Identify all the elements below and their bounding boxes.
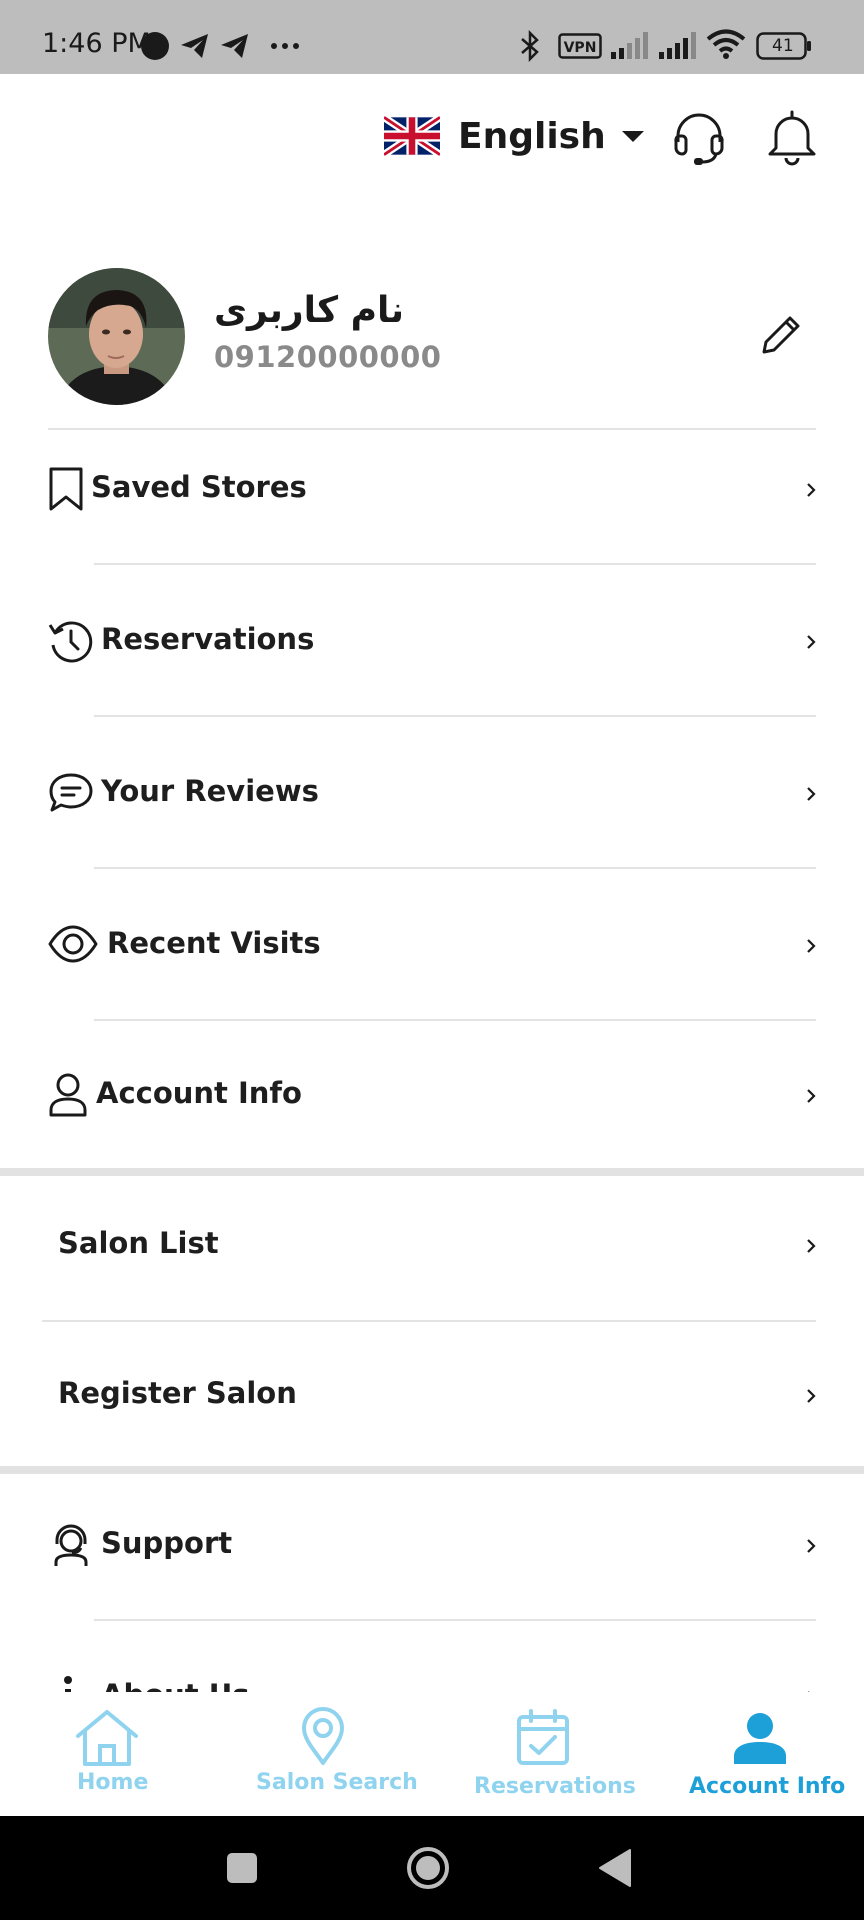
chevron-right-icon (807, 1089, 816, 1103)
menu-divider (94, 715, 816, 717)
menu-divider (94, 867, 816, 869)
menu-item-saved-stores[interactable]: Saved Stores (0, 438, 864, 538)
nav-label: Home (77, 1770, 149, 1795)
nav-home[interactable]: Home (40, 1692, 176, 1816)
menu-divider (42, 1320, 816, 1322)
chevron-right-icon (807, 635, 816, 649)
telegram-icon (181, 34, 208, 58)
map-pin-icon (302, 1707, 344, 1765)
record-dot-icon (141, 32, 169, 60)
menu-item-label: Reservations (101, 622, 315, 656)
bell-icon[interactable] (764, 108, 820, 166)
menu-divider (94, 563, 816, 565)
language-selector[interactable]: English (384, 108, 644, 164)
profile-name: نام کاربری (214, 290, 405, 331)
status-time: 1:46 PM (42, 28, 151, 59)
menu-divider (94, 1619, 816, 1621)
uk-flag-icon (384, 116, 440, 156)
menu-item-label: Saved Stores (91, 470, 307, 504)
menu-item-label: Account Info (96, 1076, 302, 1110)
chevron-right-icon (807, 1389, 816, 1403)
menu-divider (94, 1019, 816, 1021)
menu-item-salon-list[interactable]: Salon List (0, 1194, 864, 1294)
vpn-label: VPN (564, 40, 597, 56)
section-divider (0, 1466, 864, 1474)
menu-item-label: Recent Visits (107, 926, 321, 960)
vpn-icon: VPN (558, 33, 602, 59)
bottom-navigation: Home Salon Search Reservations Account I… (0, 1692, 864, 1816)
system-navigation-bar (0, 1816, 864, 1920)
menu-item-register-salon[interactable]: Register Salon (0, 1344, 864, 1444)
menu-item-support[interactable]: Support (0, 1494, 864, 1594)
signal-icon (659, 32, 696, 59)
menu-item-account-info[interactable]: Account Info (0, 1044, 864, 1144)
recents-button[interactable] (226, 1852, 258, 1884)
back-button[interactable] (598, 1848, 632, 1888)
chevron-right-icon (807, 1239, 816, 1253)
home-button[interactable] (406, 1846, 450, 1890)
menu-item-label: Salon List (58, 1226, 219, 1260)
chevron-down-icon (621, 130, 644, 142)
nav-account-info[interactable]: Account Info (684, 1692, 845, 1816)
section-divider (0, 1168, 864, 1176)
bookmark-icon (49, 467, 83, 511)
chat-icon (49, 773, 93, 812)
home-icon (76, 1710, 138, 1766)
profile-divider (48, 428, 816, 430)
person-icon (734, 1713, 786, 1764)
eye-icon (48, 925, 98, 963)
telegram-icon (221, 34, 248, 58)
nav-label: Reservations (474, 1774, 636, 1799)
calendar-check-icon (517, 1709, 569, 1765)
history-icon (48, 621, 93, 663)
bluetooth-icon (521, 30, 539, 62)
more-dots-icon (271, 43, 299, 49)
menu-item-reservations[interactable]: Reservations (0, 590, 864, 690)
menu-item-label: Register Salon (58, 1376, 297, 1410)
pencil-icon[interactable] (758, 312, 804, 358)
nav-label: Account Info (689, 1774, 846, 1799)
menu-item-recent-visits[interactable]: Recent Visits (0, 894, 864, 994)
support-agent-icon (54, 1524, 88, 1566)
language-label: English (458, 115, 606, 157)
user-icon (49, 1073, 87, 1117)
battery-level: 41 (772, 36, 794, 56)
nav-reservations[interactable]: Reservations (466, 1692, 636, 1816)
signal-icon (611, 32, 648, 59)
headset-icon[interactable] (670, 108, 728, 166)
menu-item-label: Support (101, 1526, 233, 1560)
status-bar: 1:46 PM VPN 41 (0, 0, 864, 74)
menu-item-your-reviews[interactable]: Your Reviews (0, 742, 864, 842)
avatar[interactable] (48, 268, 185, 405)
nav-salon-search[interactable]: Salon Search (248, 1692, 418, 1816)
menu-item-label: Your Reviews (101, 774, 319, 808)
profile-photo (48, 268, 185, 405)
chevron-right-icon (807, 787, 816, 801)
profile-phone: 09120000000 (214, 340, 442, 374)
chevron-right-icon (807, 1539, 816, 1553)
chevron-right-icon (807, 483, 816, 497)
chevron-right-icon (807, 939, 816, 953)
nav-label: Salon Search (256, 1770, 418, 1795)
wifi-icon (706, 29, 746, 59)
